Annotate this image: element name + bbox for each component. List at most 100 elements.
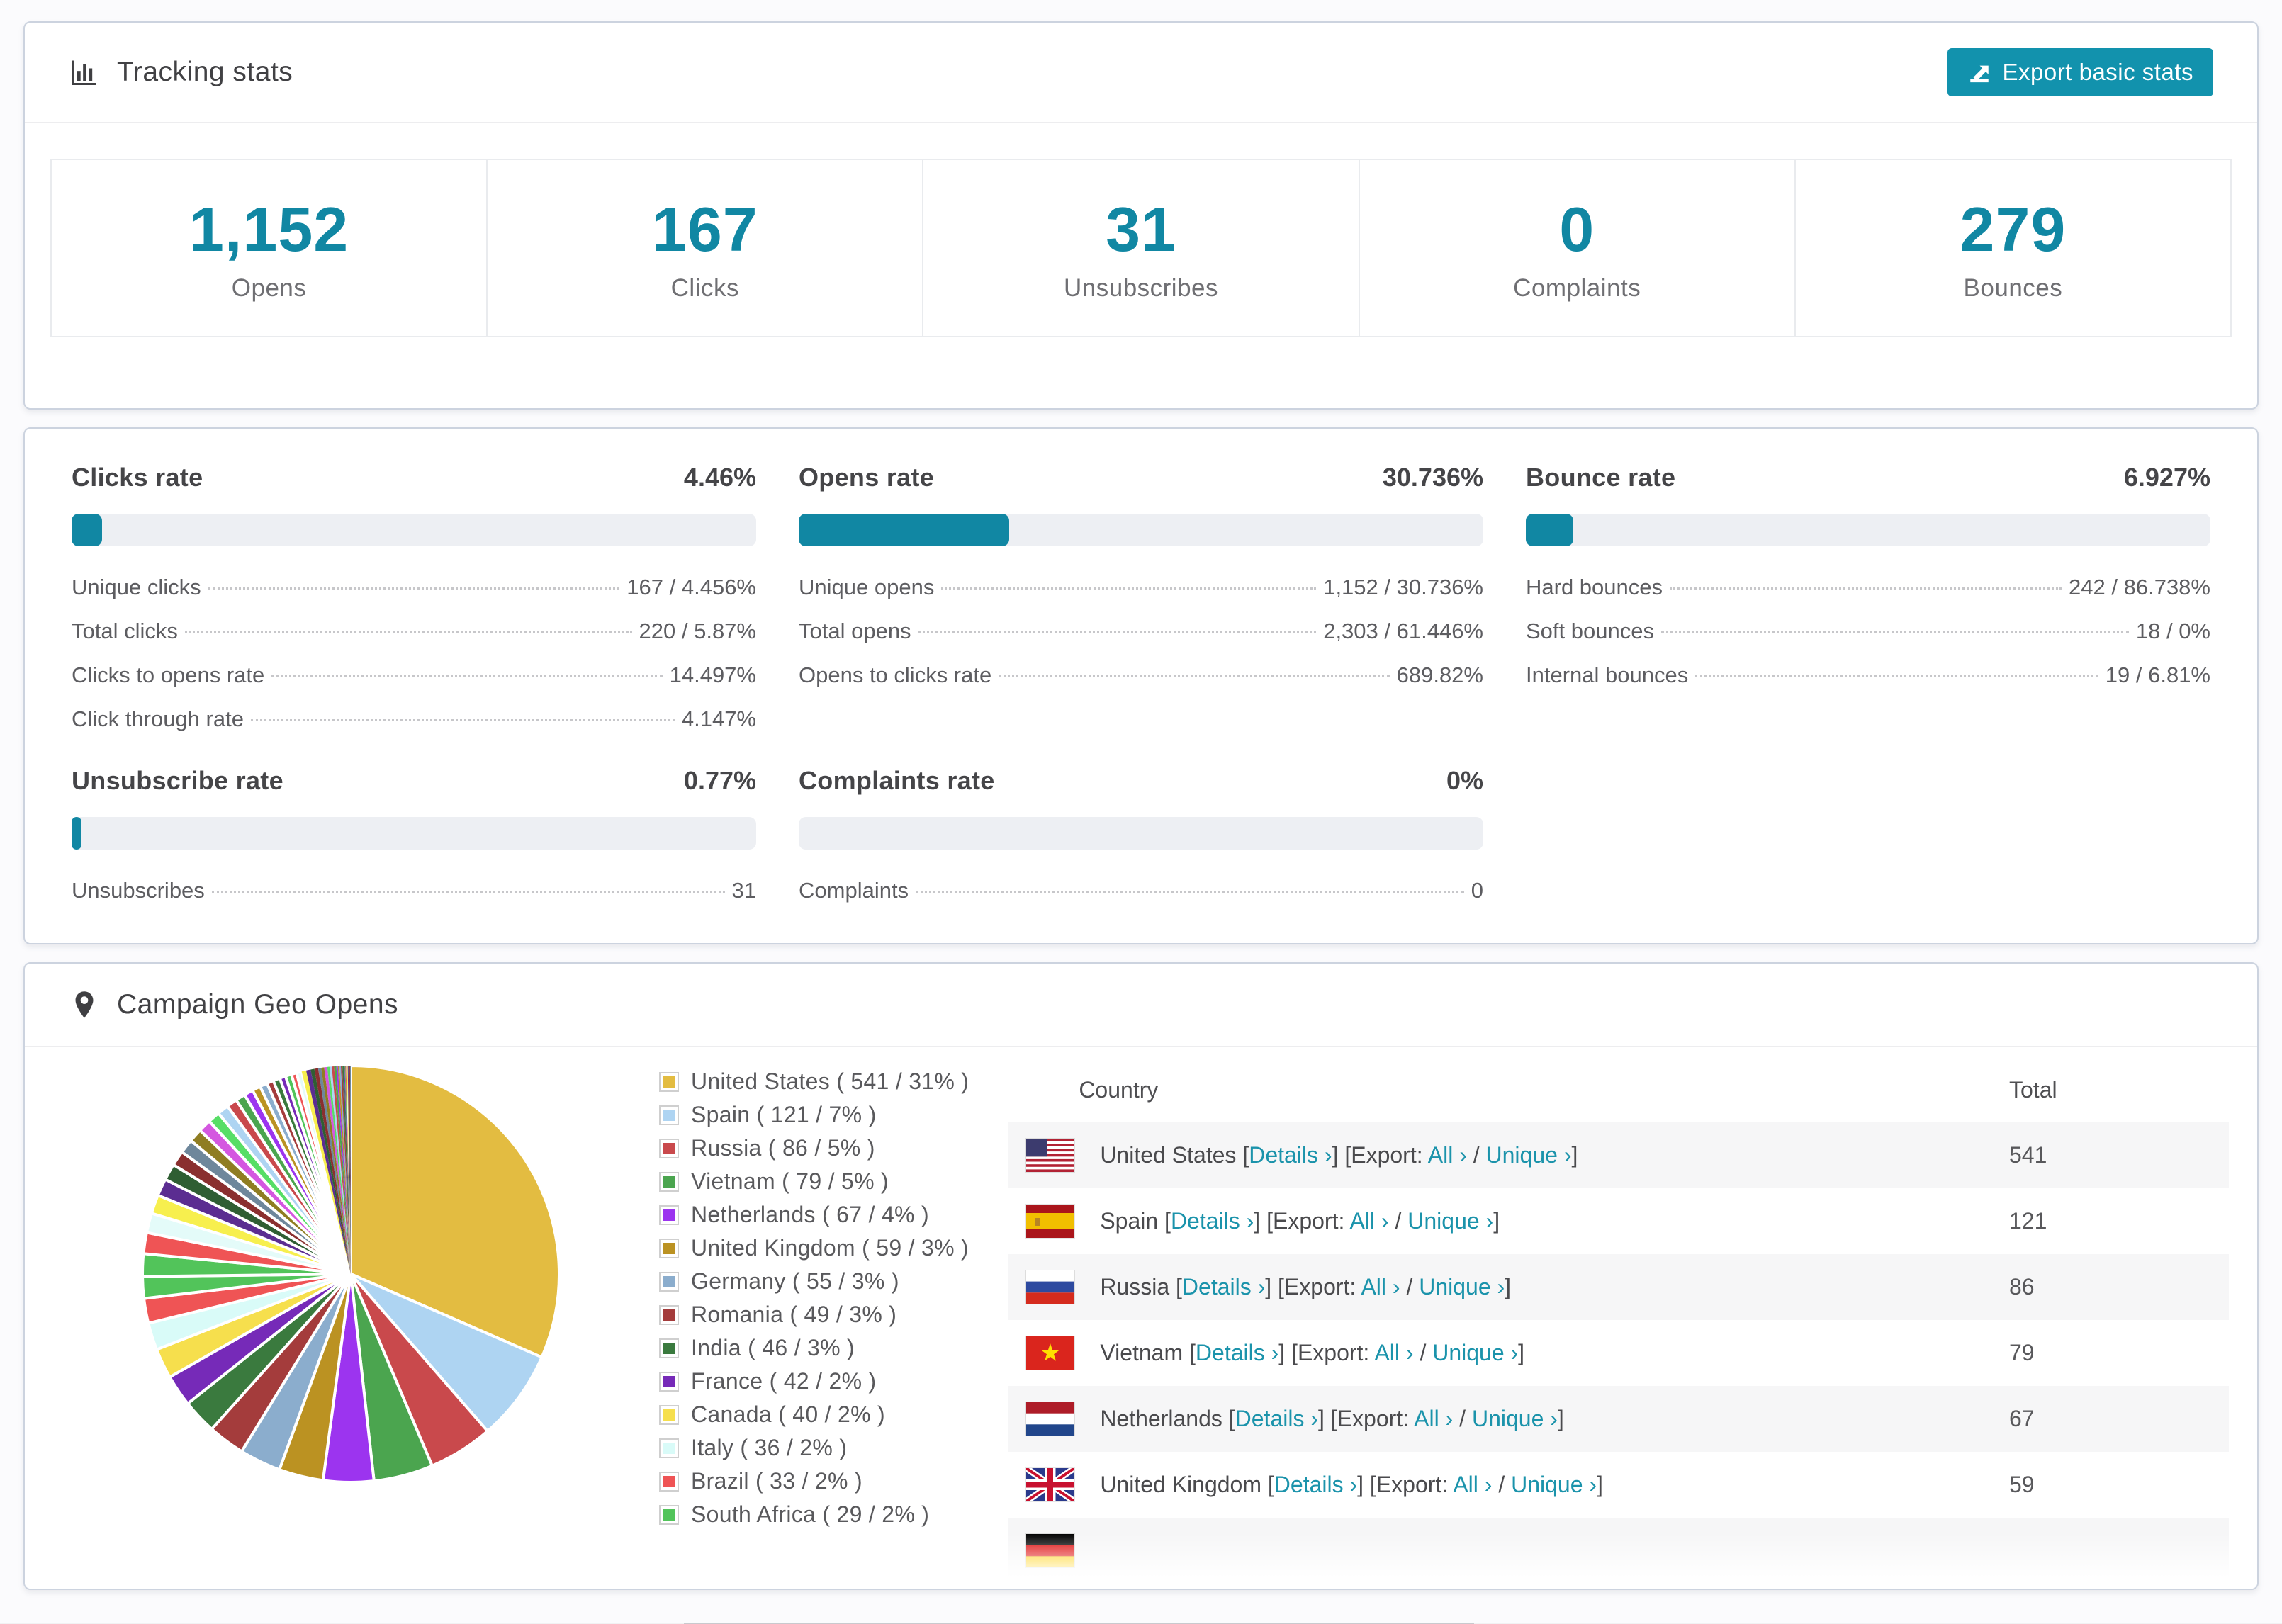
metric-label: Clicks to opens rate [72, 662, 265, 687]
flag-us-icon [1026, 1139, 1075, 1172]
rate-metric-row: Soft bounces 18 / 0% [1526, 619, 2210, 644]
legend-item-united-states: United States ( 541 / 31% ) [659, 1068, 969, 1095]
details-link[interactable]: Details › [1235, 1406, 1318, 1431]
metric-value: 31 [731, 878, 756, 903]
rate-metric-row: Complaints 0 [799, 878, 1483, 903]
rate-block-complaints-rate: Complaints rate 0% Complaints 0 [799, 766, 1483, 903]
dotted-leader [1670, 587, 2062, 590]
geo-table-row-vn: Vietnam [Details ›] [Export: All › / Uni… [1008, 1320, 2229, 1386]
metric-value: 18 / 0% [2135, 619, 2210, 643]
geo-opens-body: United States ( 541 / 31% ) Spain ( 121 /… [25, 1047, 2257, 1584]
stat-box-complaints: 0 Complaints [1359, 159, 1796, 337]
export-unique-link[interactable]: Unique › [1486, 1142, 1572, 1168]
stat-label: Unsubscribes [1063, 274, 1219, 302]
stat-value: 279 [1960, 194, 2067, 264]
bracket: [ [1242, 1142, 1249, 1168]
legend-item-india: India ( 46 / 3% ) [659, 1335, 969, 1361]
legend-item-canada: Canada ( 40 / 2% ) [659, 1402, 969, 1428]
dotted-leader [1695, 675, 2098, 677]
legend-label: India ( 46 / 3% ) [691, 1335, 855, 1360]
legend-label: United Kingdom ( 59 / 3% ) [691, 1235, 969, 1261]
separator: / [1413, 1340, 1433, 1365]
rate-block-clicks-rate: Clicks rate 4.46% Unique clicks 167 / 4.456… [72, 463, 756, 732]
country-name: Vietnam [1100, 1340, 1184, 1365]
legend-label: Netherlands ( 67 / 4% ) [691, 1202, 929, 1227]
bracket: [ [1278, 1274, 1284, 1299]
bracket: [ [1189, 1340, 1196, 1365]
rate-progress-fill [72, 817, 82, 850]
rate-metric-row: Opens to clicks rate 689.82% [799, 662, 1483, 688]
bracket: [ [1330, 1406, 1337, 1431]
metric-label: Total clicks [72, 619, 178, 643]
country-name: Spain [1100, 1208, 1159, 1234]
geo-total-cell: 79 [2009, 1340, 2035, 1365]
rate-progress-track [1526, 514, 2210, 546]
geo-pie-chart [138, 1061, 563, 1490]
legend-item-italy: Italy ( 36 / 2% ) [659, 1435, 969, 1461]
bracket: ] [1265, 1274, 1272, 1299]
export-unique-link[interactable]: Unique › [1511, 1472, 1597, 1497]
export-all-link[interactable]: All › [1414, 1406, 1453, 1431]
geo-total-cell: 541 [2009, 1142, 2047, 1168]
details-link[interactable]: Details › [1274, 1472, 1357, 1497]
dotted-leader [916, 891, 1464, 893]
geo-table-row-nl: Netherlands [Details ›] [Export: All › /… [1008, 1386, 2229, 1452]
geo-table-row-es: Spain [Details ›] [Export: All › / Uniqu… [1008, 1188, 2229, 1254]
details-link[interactable]: Details › [1249, 1142, 1332, 1168]
rate-header: Complaints rate 0% [799, 766, 1483, 796]
map-pin-icon [75, 991, 94, 1018]
rate-metric-row: Hard bounces 242 / 86.738% [1526, 575, 2210, 600]
export-unique-link[interactable]: Unique › [1472, 1406, 1558, 1431]
export-prefix: Export: [1272, 1208, 1350, 1234]
metric-label: Internal bounces [1526, 662, 1689, 687]
rate-metric-row: Clicks to opens rate 14.497% [72, 662, 756, 688]
export-all-link[interactable]: All › [1349, 1208, 1388, 1234]
export-all-link[interactable]: All › [1453, 1472, 1492, 1497]
export-all-link[interactable]: All › [1428, 1142, 1467, 1168]
legend-swatch [659, 1171, 679, 1192]
metric-label: Hard bounces [1526, 575, 1663, 599]
legend-label: Russia ( 86 / 5% ) [691, 1135, 875, 1161]
geo-country-cell: Russia [Details ›] [Export: All › / Uniq… [1100, 1274, 2009, 1300]
details-link[interactable]: Details › [1196, 1340, 1278, 1365]
legend-label: Brazil ( 33 / 2% ) [691, 1468, 862, 1494]
tracking-stats-header: Tracking stats Export basic stats [25, 23, 2257, 123]
legend-label: South Africa ( 29 / 2% ) [691, 1501, 930, 1527]
export-unique-link[interactable]: Unique › [1432, 1340, 1518, 1365]
country-name: United States [1100, 1142, 1237, 1168]
export-all-link[interactable]: All › [1361, 1274, 1400, 1299]
rate-progress-track [72, 817, 756, 850]
details-link[interactable]: Details › [1182, 1274, 1265, 1299]
legend-swatch [659, 1205, 679, 1225]
export-button-label: Export basic stats [2002, 59, 2193, 85]
rate-title: Bounce rate [1526, 463, 1676, 492]
geo-country-cell: Netherlands [Details ›] [Export: All › /… [1100, 1406, 2009, 1432]
rate-header: Clicks rate 4.46% [72, 463, 756, 492]
total-column-header: Total [2009, 1076, 2057, 1103]
export-unique-link[interactable]: Unique › [1419, 1274, 1505, 1299]
geo-total-cell: 86 [2009, 1274, 2035, 1299]
bracket: [ [1291, 1340, 1298, 1365]
metric-value: 2,303 / 61.446% [1323, 619, 1483, 643]
bracket: [ [1164, 1208, 1171, 1234]
geo-opens-title: Campaign Geo Opens [117, 989, 399, 1020]
bracket: ] [1571, 1142, 1578, 1168]
flag-es-icon [1026, 1205, 1075, 1238]
metric-label: Total opens [799, 619, 911, 643]
legend-label: Romania ( 49 / 3% ) [691, 1302, 897, 1327]
geo-total-cell: 121 [2009, 1208, 2047, 1234]
geo-country-table: Country Total United States [Details ›] … [1008, 1057, 2229, 1584]
export-prefix: Export: [1351, 1142, 1428, 1168]
rate-title: Opens rate [799, 463, 935, 492]
dotted-leader [918, 631, 1317, 633]
export-unique-link[interactable]: Unique › [1407, 1208, 1493, 1234]
export-basic-stats-button[interactable]: Export basic stats [1947, 48, 2213, 96]
legend-item-germany: Germany ( 55 / 3% ) [659, 1268, 969, 1295]
rate-metric-row: Total clicks 220 / 5.87% [72, 619, 756, 644]
rate-progress-track [72, 514, 756, 546]
separator: / [1466, 1142, 1486, 1168]
country-name: Netherlands [1100, 1406, 1222, 1431]
stat-label: Opens [231, 274, 307, 302]
export-all-link[interactable]: All › [1374, 1340, 1413, 1365]
details-link[interactable]: Details › [1171, 1208, 1254, 1234]
